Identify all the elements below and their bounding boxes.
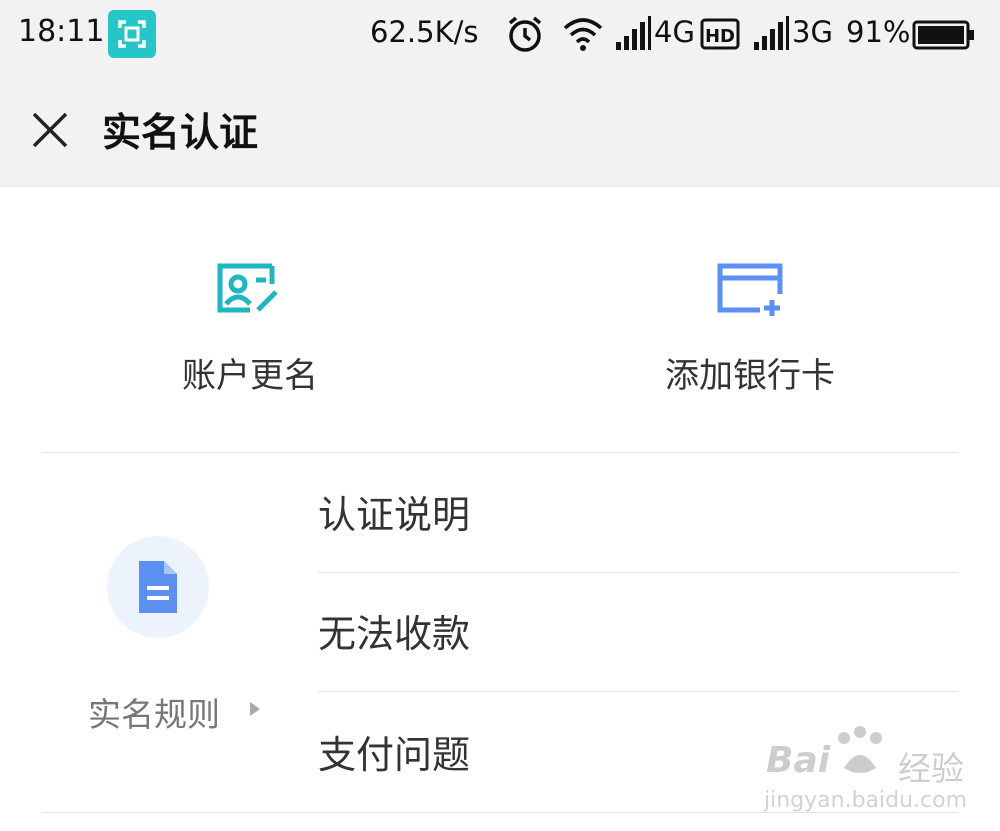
rename-account-label: 账户更名 bbox=[182, 356, 318, 396]
menu-item-label: 认证说明 bbox=[318, 493, 471, 537]
wifi-icon bbox=[562, 14, 604, 58]
section-divider bbox=[42, 452, 958, 453]
watermark-suffix: 经验 bbox=[898, 749, 964, 788]
svg-text:HD: HD bbox=[705, 26, 735, 47]
battery-icon bbox=[912, 20, 976, 54]
watermark-url: jingyan.baidu.com bbox=[764, 788, 968, 813]
menu-item-label: 无法收款 bbox=[318, 612, 471, 656]
rules-label: 实名规则 bbox=[88, 695, 220, 734]
menu-item-verification-info[interactable]: 认证说明 bbox=[318, 454, 958, 572]
alarm-icon bbox=[505, 14, 545, 58]
signal-icon bbox=[752, 14, 790, 58]
rules-icon-circle bbox=[107, 536, 209, 638]
network-speed: 62.5K/s bbox=[370, 15, 479, 49]
baidu-watermark: Bai 经验 jingyan.baidu.com bbox=[762, 722, 992, 826]
close-button[interactable] bbox=[28, 108, 72, 152]
close-icon bbox=[32, 112, 68, 148]
network-type-3g: 3G bbox=[792, 15, 833, 49]
hd-icon: HD bbox=[700, 18, 740, 54]
id-card-icon bbox=[217, 263, 278, 313]
menu-item-cannot-receive[interactable]: 无法收款 bbox=[318, 573, 958, 691]
signal-icon bbox=[614, 14, 652, 58]
triangle-right-icon bbox=[250, 702, 260, 716]
rename-account-button[interactable]: 账户更名 bbox=[100, 240, 400, 420]
menu-item-label: 支付问题 bbox=[318, 733, 471, 777]
add-bank-card-label: 添加银行卡 bbox=[665, 356, 835, 396]
title-bar: 实名认证 bbox=[0, 72, 1000, 187]
battery-percent: 91% bbox=[846, 15, 911, 49]
scan-icon bbox=[108, 10, 156, 58]
document-icon bbox=[139, 561, 177, 613]
network-type-4g: 4G bbox=[654, 15, 695, 49]
add-card-icon bbox=[717, 263, 783, 316]
add-bank-card-button[interactable]: 添加银行卡 bbox=[600, 240, 900, 420]
watermark-brand: Bai bbox=[766, 740, 831, 781]
page-title: 实名认证 bbox=[102, 111, 259, 156]
status-time: 18:11 bbox=[18, 14, 105, 49]
paw-icon bbox=[838, 726, 882, 773]
status-bar: 18:11 62.5K/s 4G HD 3G 91% bbox=[0, 0, 1000, 72]
real-name-rules-entry[interactable]: 实名规则 bbox=[60, 520, 300, 750]
